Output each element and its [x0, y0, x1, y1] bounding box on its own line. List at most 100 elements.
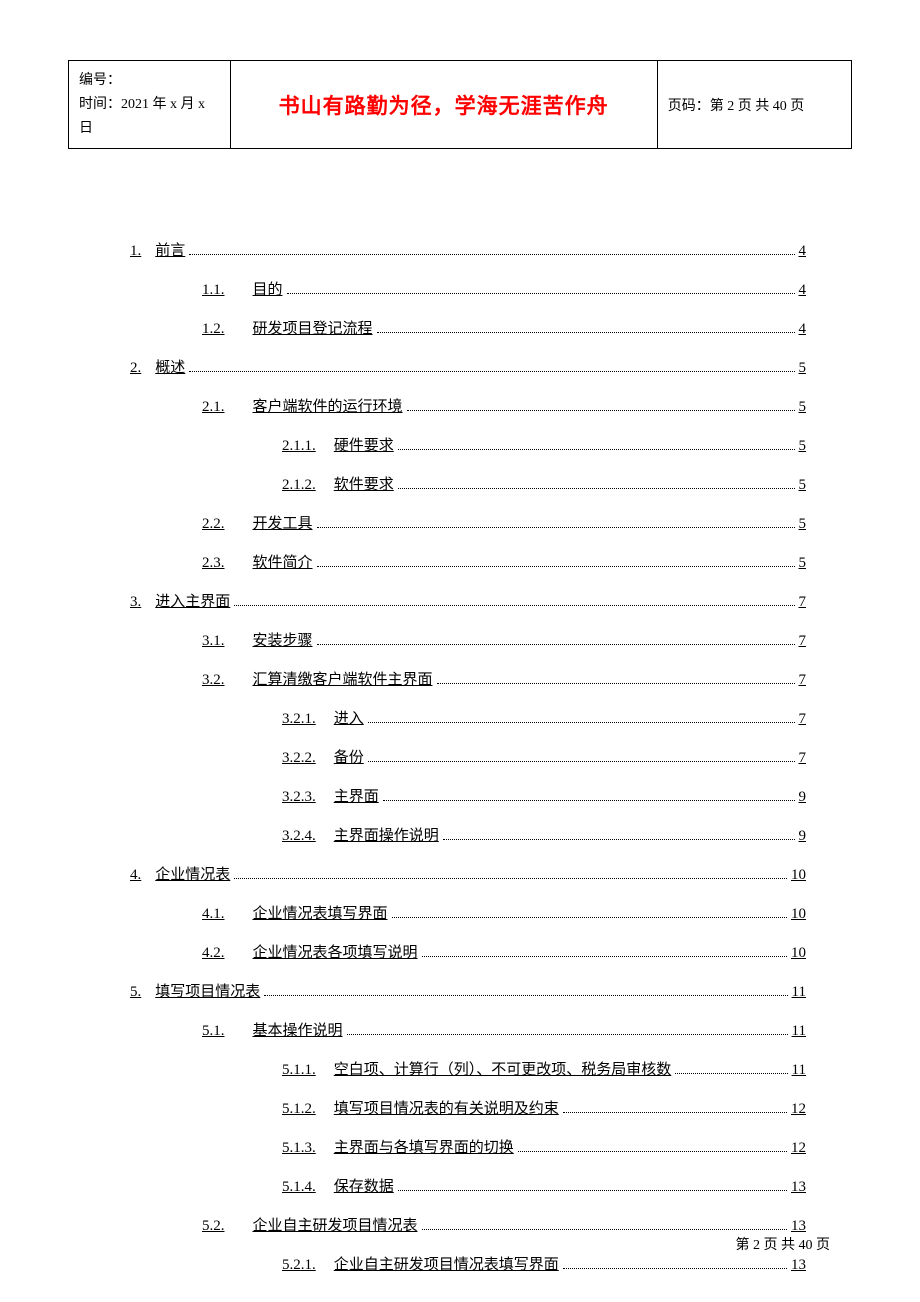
toc-entry-title: 保存数据: [334, 1175, 394, 1196]
toc-leader-dots: [317, 566, 795, 567]
toc-entry-number: 5.1.1.: [206, 1062, 316, 1079]
toc-entry[interactable]: 5.1.4. 保存数据 13: [130, 1175, 806, 1196]
toc-leader-dots: [189, 371, 794, 372]
toc-entry-title: 开发工具: [253, 512, 313, 533]
toc-entry[interactable]: 5.1.2.填写项目情况表的有关说明及约束12: [130, 1097, 806, 1118]
toc-entry-number: 1.2.: [166, 321, 225, 338]
toc-entry[interactable]: 2.2. 开发工具 5: [130, 512, 806, 533]
toc-leader-dots: [317, 644, 795, 645]
toc-entry-number: 3.2.1.: [206, 711, 316, 728]
toc-entry-title: 企业情况表填写界面: [253, 902, 388, 923]
toc-entry-title: 企业情况表: [155, 863, 230, 884]
toc-entry-page: 4: [799, 321, 807, 338]
toc-entry[interactable]: 3.1.安装步骤7: [130, 629, 806, 650]
toc-leader-dots: [422, 956, 787, 957]
toc-entry[interactable]: 2.1.1.硬件要求5: [130, 434, 806, 455]
toc-entry-page: 5: [799, 438, 807, 455]
toc-leader-dots: [377, 332, 795, 333]
toc-entry-title: 汇算清缴客户端软件主界面: [253, 668, 433, 689]
toc-leader-dots: [234, 878, 787, 879]
toc-entry[interactable]: 1.2. 研发项目登记流程 4: [130, 317, 806, 338]
toc-entry-page: 10: [791, 867, 806, 884]
toc-entry[interactable]: 2.1.客户端软件的运行环境5: [130, 395, 806, 416]
toc-entry[interactable]: 5.2. 企业自主研发项目情况表 13: [130, 1214, 806, 1235]
toc-entry-page: 5: [799, 516, 807, 533]
toc-entry-title: 进入主界面: [155, 590, 230, 611]
toc-entry-number: 2.: [130, 360, 141, 377]
toc-leader-dots: [234, 605, 794, 606]
toc-entry[interactable]: 5.2.1.企业自主研发项目情况表填写界面13: [130, 1253, 806, 1274]
toc-entry[interactable]: 1.前言4: [130, 239, 806, 260]
toc-entry-number: 5.1.4.: [206, 1179, 316, 1196]
toc-entry-title: 进入: [334, 707, 364, 728]
toc-entry-number: 5.: [130, 984, 141, 1001]
toc-entry-page: 11: [792, 1023, 806, 1040]
toc-entry[interactable]: 3.2. 汇算清缴客户端软件主界面 7: [130, 668, 806, 689]
toc-entry-title: 软件要求: [334, 473, 394, 494]
toc-leader-dots: [398, 449, 795, 450]
toc-entry-page: 7: [799, 711, 807, 728]
page-info: 页码：第 2 页 共 40 页: [668, 99, 805, 114]
toc-entry-number: 3.2.2.: [206, 750, 316, 767]
toc-leader-dots: [407, 410, 795, 411]
toc-entry-number: 2.1.: [166, 399, 225, 416]
header-left-cell: 编号： 时间：2021 年 x 月 x 日: [69, 61, 231, 149]
toc-entry-number: 2.2.: [166, 516, 225, 533]
toc-entry-title: 概述: [155, 356, 185, 377]
toc-entry[interactable]: 5.1.3.主界面与各填写界面的切换12: [130, 1136, 806, 1157]
toc-leader-dots: [264, 995, 787, 996]
toc-entry[interactable]: 2.3.软件简介5: [130, 551, 806, 572]
toc-entry[interactable]: 3.2.4.主界面操作说明9: [130, 824, 806, 845]
toc-entry-number: 3.2.: [166, 672, 225, 689]
toc-entry[interactable]: 3.2.2.备份7: [130, 746, 806, 767]
toc-leader-dots: [398, 488, 795, 489]
toc-entry-title: 企业自主研发项目情况表填写界面: [334, 1253, 559, 1274]
toc-entry[interactable]: 3.2.1. 进入 7: [130, 707, 806, 728]
toc-leader-dots: [392, 917, 787, 918]
toc-entry-title: 研发项目登记流程: [253, 317, 373, 338]
toc-entry-title: 硬件要求: [334, 434, 394, 455]
toc-entry[interactable]: 5.1.1.空白项、计算行（列）、不可更改项、税务局审核数11: [130, 1058, 806, 1079]
toc-entry-page: 7: [799, 672, 807, 689]
toc-entry-title: 主界面: [334, 785, 379, 806]
toc-entry[interactable]: 5.1.基本操作说明11: [130, 1019, 806, 1040]
toc-entry-page: 13: [791, 1179, 806, 1196]
toc-entry-page: 4: [799, 282, 807, 299]
toc-leader-dots: [347, 1034, 788, 1035]
toc-entry-page: 9: [799, 828, 807, 845]
toc-entry-number: 5.1.3.: [206, 1140, 316, 1157]
toc-leader-dots: [563, 1112, 787, 1113]
toc-leader-dots: [563, 1268, 787, 1269]
toc-entry-title: 主界面与各填写界面的切换: [334, 1136, 514, 1157]
toc-entry-number: 5.2.: [166, 1218, 225, 1235]
toc-leader-dots: [437, 683, 795, 684]
toc-entry-title: 基本操作说明: [253, 1019, 343, 1040]
toc-entry[interactable]: 1.1.目的4: [130, 278, 806, 299]
toc-entry[interactable]: 2.概述5: [130, 356, 806, 377]
toc-leader-dots: [317, 527, 795, 528]
toc-entry[interactable]: 4.企业情况表10: [130, 863, 806, 884]
toc-entry[interactable]: 5.填写项目情况表11: [130, 980, 806, 1001]
toc-entry-title: 安装步骤: [253, 629, 313, 650]
toc-entry[interactable]: 3.2.3.主界面9: [130, 785, 806, 806]
doc-id-label: 编号：: [79, 69, 220, 93]
toc-entry-page: 13: [791, 1257, 806, 1274]
header-motto-cell: 书山有路勤为径，学海无涯苦作舟: [230, 61, 657, 149]
toc-leader-dots: [189, 254, 794, 255]
toc-entry-title: 前言: [155, 239, 185, 260]
toc-entry-page: 13: [791, 1218, 806, 1235]
toc-entry[interactable]: 4.2.企业情况表各项填写说明10: [130, 941, 806, 962]
toc-entry-page: 10: [791, 906, 806, 923]
toc-leader-dots: [398, 1190, 787, 1191]
doc-date-label: 时间：2021 年 x 月 x 日: [79, 93, 220, 141]
toc-leader-dots: [287, 293, 795, 294]
toc-leader-dots: [675, 1073, 787, 1074]
toc-entry[interactable]: 3.进入主界面7: [130, 590, 806, 611]
toc-entry-title: 主界面操作说明: [334, 824, 439, 845]
toc-entry[interactable]: 2.1.2.软件要求5: [130, 473, 806, 494]
toc-entry[interactable]: 4.1.企业情况表填写界面10: [130, 902, 806, 923]
toc-entry-title: 企业自主研发项目情况表: [253, 1214, 418, 1235]
toc-leader-dots: [422, 1229, 787, 1230]
toc-entry-page: 11: [792, 984, 806, 1001]
toc-entry-number: 1.: [130, 243, 141, 260]
